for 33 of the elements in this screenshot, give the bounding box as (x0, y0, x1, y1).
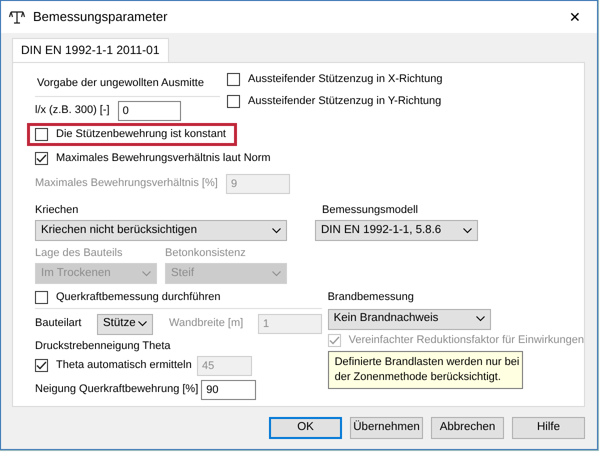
checkbox-label: Querkraftbemessung durchführen (56, 291, 220, 305)
tooltip: Definierte Brandlasten werden nur bei der Zonenmethode berücksichtigt. (328, 350, 523, 389)
dialog-button[interactable]: Hilfe (512, 417, 585, 440)
dropdown[interactable]: Kein Brandnachweis (328, 308, 491, 330)
section-heading: Vorgabe der ungewollten Ausmitte (35, 73, 220, 97)
close-button[interactable]: ✕ (569, 8, 581, 26)
checkbox-label: Aussteifender Stützenzug in Y-Richtung (248, 94, 442, 108)
tab[interactable]: DIN EN 1992-1-1 2011-01 (12, 38, 169, 62)
input-field[interactable]: 0 (118, 100, 181, 121)
window-title: Bemessungsparameter (33, 9, 168, 25)
checkbox-label: Aussteifender Stützenzug in X-Richtung (248, 73, 442, 87)
checkbox-label: Vereinfachter Reduktionsfaktor für Einwirkungen (348, 334, 584, 347)
field-label: Wandbreite [m] (169, 317, 244, 331)
section-heading: Druckstrebenneigung Theta (35, 340, 172, 353)
field-label: Brandbemessung (328, 291, 415, 305)
dialog-button[interactable]: OK (269, 417, 342, 440)
field-label: Maximales Bewehrungsverhältnis [%] (35, 177, 219, 191)
field-label: l/x (z.B. 300) [-] (35, 104, 110, 118)
dropdown[interactable]: DIN EN 1992-1-1, 5.8.6 (315, 220, 478, 242)
field-label: Betonkonsistenz (165, 247, 247, 260)
checkbox-label: Maximales Bewehrungsverhältnis laut Norm (56, 152, 271, 165)
field-label: Bemessungsmodell (322, 204, 418, 216)
field-label: Kriechen (35, 204, 78, 216)
dropdown[interactable]: Kriechen nicht berücksichtigen (35, 220, 287, 242)
checkbox-label: Theta automatisch ermitteln (56, 359, 192, 372)
dropdown[interactable]: Stütze (97, 314, 153, 335)
input-field[interactable]: 90 (201, 380, 256, 400)
field-label: Bauteilart (35, 317, 82, 331)
checkbox-label: Die Stützenbewehrung ist konstant (56, 128, 226, 141)
dialog-button[interactable]: Abbrechen (431, 417, 504, 440)
field-label: Lage des Bauteils (35, 247, 124, 260)
field-label: Neigung Querkraftbewehrung [%] (35, 383, 198, 396)
dialog-button[interactable]: Übernehmen (350, 417, 423, 440)
